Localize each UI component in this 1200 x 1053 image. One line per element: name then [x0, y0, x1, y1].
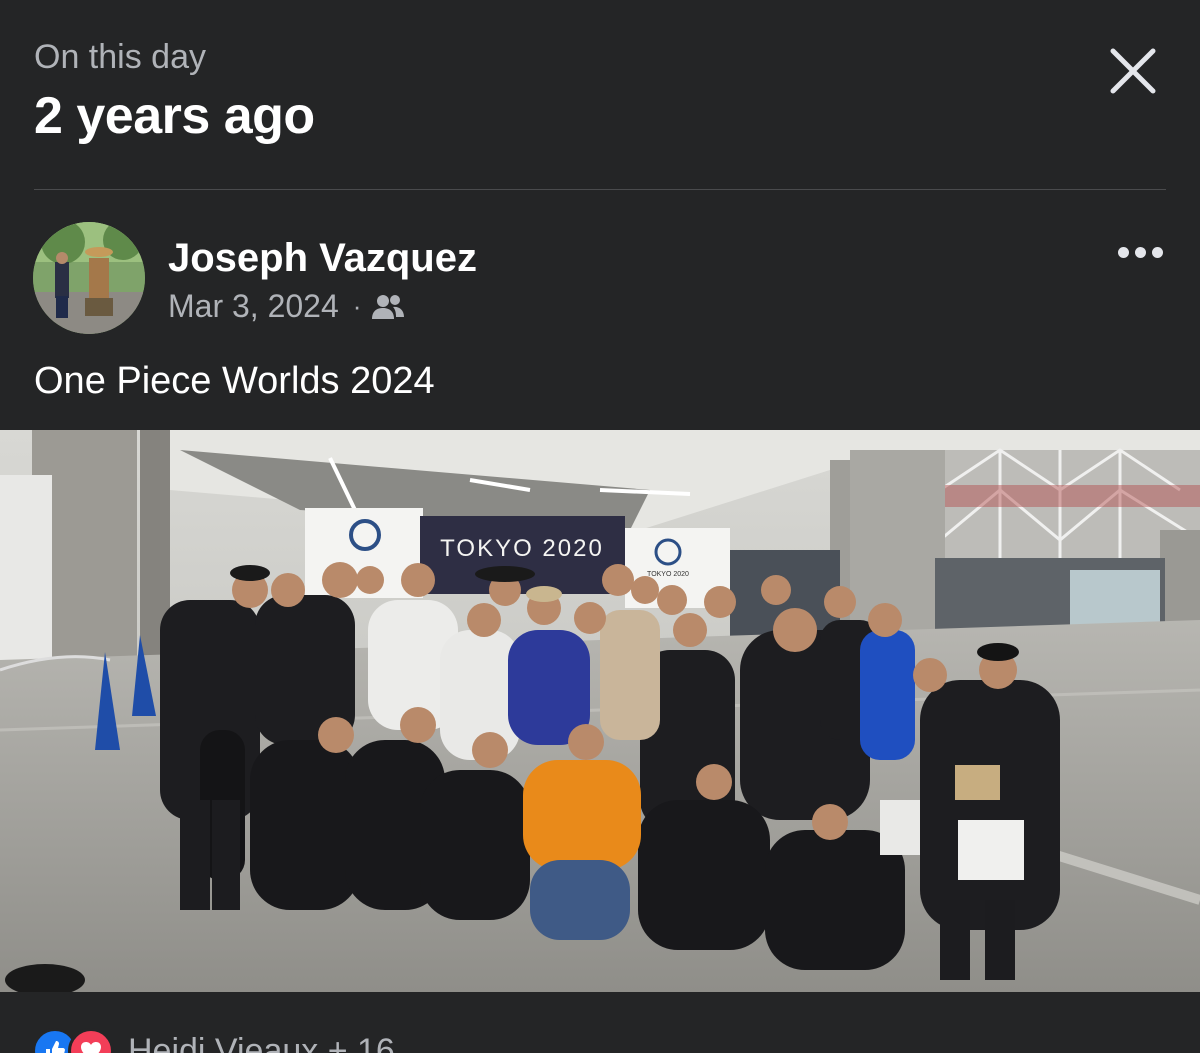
page-title: 2 years ago	[34, 87, 315, 145]
more-dot	[1151, 246, 1163, 258]
close-button[interactable]	[1102, 40, 1164, 102]
eyebrow-label: On this day	[34, 38, 206, 76]
close-icon	[1110, 48, 1156, 94]
love-icon	[68, 1028, 114, 1053]
meta-separator: ·	[352, 291, 362, 321]
more-options-button[interactable]	[1108, 232, 1172, 272]
header-divider	[34, 189, 1166, 190]
on-this-day-screen: On this day 2 years ago Joseph Vazquez M…	[0, 0, 1200, 1053]
reactions-text[interactable]: Heidi Vieaux + 16	[128, 1032, 395, 1053]
post-meta: Mar 3, 2024 ·	[168, 288, 405, 325]
friends-icon[interactable]	[371, 293, 405, 321]
reactions-summary[interactable]: Heidi Vieaux + 16	[32, 1028, 395, 1053]
banner-text: TOKYO 2020	[440, 535, 604, 562]
more-horizontal-icon	[1117, 246, 1129, 258]
memory-header: On this day 2 years ago	[0, 0, 1200, 190]
avatar[interactable]	[33, 222, 145, 334]
post-photo[interactable]: TOKYO 2020 TOKYO 2020	[0, 430, 1200, 992]
banner-text-small: TOKYO 2020	[647, 571, 689, 578]
post-caption: One Piece Worlds 2024	[34, 360, 435, 402]
author-name[interactable]: Joseph Vazquez	[168, 236, 477, 281]
post-date[interactable]: Mar 3, 2024	[168, 288, 339, 325]
more-dot	[1134, 246, 1146, 258]
